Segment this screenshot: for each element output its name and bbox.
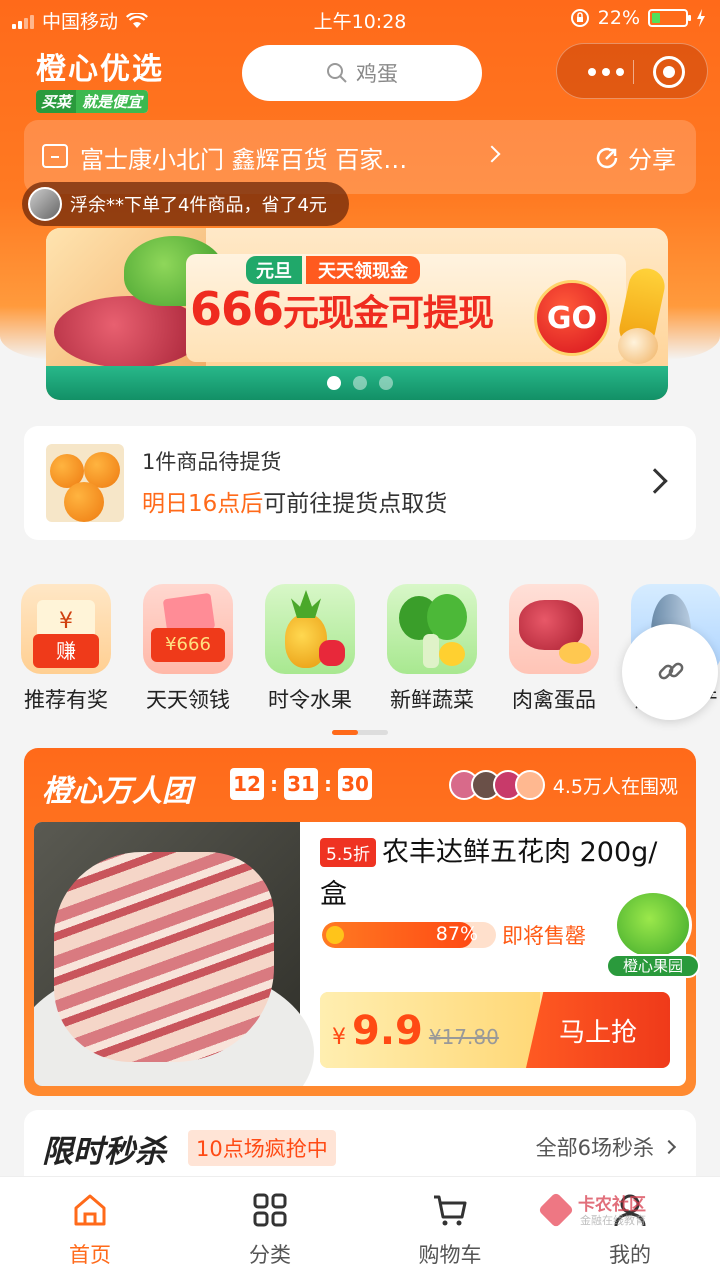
link-icon xyxy=(658,662,684,680)
group-buy-title: 橙心万人团 xyxy=(42,774,192,809)
flash-sale-title: 限时秒杀 xyxy=(42,1134,166,1170)
countdown-hours: 12 xyxy=(230,768,264,800)
watchers-info: 4.5万人在围观 xyxy=(448,768,678,802)
more-menu-button[interactable] xyxy=(581,58,631,86)
pagination-dot[interactable] xyxy=(327,376,341,390)
watcher-avatars xyxy=(448,770,545,800)
egg-image xyxy=(618,328,658,364)
banner-pagination xyxy=(0,376,720,390)
group-buy-product-card[interactable]: 农丰达鲜五花肉 200g/盒 5.5折 87% 即将售罄 ¥9.9 ¥17.80… xyxy=(34,822,686,1086)
category-item[interactable]: 新鲜蔬菜 xyxy=(376,584,488,714)
buy-now-button[interactable]: 马上抢 xyxy=(526,992,670,1068)
orchard-label: 橙心果园 xyxy=(606,954,700,978)
countdown-timer: 12 : 31 : 30 xyxy=(230,768,372,800)
share-icon xyxy=(596,147,618,168)
category-item[interactable]: 肉禽蛋品 xyxy=(498,584,610,714)
meat-image xyxy=(54,296,204,368)
close-miniprogram-button[interactable] xyxy=(653,56,685,88)
search-icon xyxy=(327,63,347,83)
share-button[interactable]: 分享 xyxy=(594,140,676,175)
order-ticker: 浮余**下单了4件商品，省了4元 xyxy=(22,182,349,226)
order-ticker-text: 浮余**下单了4件商品，省了4元 xyxy=(70,195,327,216)
banner-tags: 元旦 天天领现金 xyxy=(246,256,420,284)
tree-icon xyxy=(614,890,692,960)
flash-sale-session: 10点场疯抢中 xyxy=(188,1130,336,1166)
progress-percent: 87% xyxy=(435,923,478,945)
miniprogram-capsule xyxy=(556,43,708,99)
cart-icon xyxy=(434,1195,467,1226)
home-icon xyxy=(74,1194,106,1226)
app-logo: 橙心优选 买菜 就是便宜 xyxy=(36,44,164,113)
logo-name: 橙心优选 xyxy=(36,52,164,87)
watchers-count: 4.5万人在围观 xyxy=(552,775,678,798)
group-buy-section: 橙心万人团 12 : 31 : 30 4.5万人在围观 农丰达鲜五花肉 200g… xyxy=(24,748,696,1096)
category-scroller: ¥ 赚 推荐有奖 ¥666 天天领钱 时令水果 新鲜蔬菜 肉禽蛋品 xyxy=(0,584,720,714)
search-input[interactable]: 鸡蛋 xyxy=(242,45,482,101)
orchard-float-button[interactable]: 橙心果园 xyxy=(606,890,700,982)
price-area: ¥9.9 ¥17.80 xyxy=(320,992,540,1068)
category-item[interactable]: ¥ 赚 推荐有奖 xyxy=(10,584,122,714)
grid-icon xyxy=(253,1193,287,1227)
chevron-right-icon xyxy=(661,1139,677,1155)
chevron-right-icon xyxy=(483,145,501,163)
category-scroll-indicator xyxy=(332,730,388,735)
all-flash-sales-link[interactable]: 全部6场秒杀 xyxy=(536,1132,677,1162)
product-thumbnail xyxy=(46,444,124,522)
chevron-right-icon xyxy=(642,468,668,494)
watermark: 卡农社区 金融在线教育 xyxy=(537,1190,670,1230)
discount-badge: 5.5折 xyxy=(320,838,377,867)
category-item[interactable]: 时令水果 xyxy=(254,584,366,714)
status-bar: 中国移动 上午10:28 22% xyxy=(0,0,720,38)
pickup-notice-card[interactable]: 1件商品待提货 明日16点后可前往提货点取货 xyxy=(24,426,696,540)
battery-icon xyxy=(648,9,691,27)
stock-status: 即将售罄 xyxy=(502,924,586,948)
banner-headline: 666元现金可提现 xyxy=(190,282,494,336)
reward-icon: ¥ 赚 xyxy=(21,584,111,674)
battery-percent: 22% xyxy=(597,7,640,29)
fruit-icon xyxy=(265,584,355,674)
tab-category[interactable]: 分类 xyxy=(180,1177,360,1280)
pagination-dot[interactable] xyxy=(379,376,393,390)
vegetable-icon xyxy=(387,584,477,674)
share-label: 分享 xyxy=(628,146,676,174)
pickup-instruction: 明日16点后可前往提货点取货 xyxy=(142,491,448,517)
countdown-minutes: 31 xyxy=(284,768,318,800)
pagination-dot[interactable] xyxy=(353,376,367,390)
money-icon: ¥666 xyxy=(143,584,233,674)
banner-go-button[interactable]: GO xyxy=(534,280,610,356)
search-placeholder: 鸡蛋 xyxy=(356,62,398,86)
store-icon xyxy=(42,144,68,168)
product-image xyxy=(34,822,314,1086)
meat-icon xyxy=(509,584,599,674)
tab-cart[interactable]: 购物车 xyxy=(360,1177,540,1280)
sale-price: 9.9 xyxy=(352,1008,423,1054)
avatar xyxy=(28,187,62,221)
pickup-count: 1件商品待提货 xyxy=(142,450,282,474)
countdown-seconds: 30 xyxy=(338,768,372,800)
tab-home[interactable]: 首页 xyxy=(0,1177,180,1280)
logo-slogan: 买菜 就是便宜 xyxy=(36,90,149,113)
buy-bar: ¥9.9 ¥17.80 马上抢 xyxy=(320,992,670,1068)
charging-icon xyxy=(697,9,705,27)
original-price: ¥17.80 xyxy=(428,1025,499,1049)
clock-icon xyxy=(326,926,344,944)
store-name: 富士康小北门 鑫辉百货 百家… xyxy=(80,146,408,174)
sales-progress-bar: 87% xyxy=(322,922,496,948)
promo-banner[interactable]: 元旦 天天领现金 666元现金可提现 GO xyxy=(46,228,668,400)
category-item[interactable]: ¥666 天天领钱 xyxy=(132,584,244,714)
copy-link-button[interactable] xyxy=(622,624,718,720)
rotation-lock-icon xyxy=(570,9,589,27)
